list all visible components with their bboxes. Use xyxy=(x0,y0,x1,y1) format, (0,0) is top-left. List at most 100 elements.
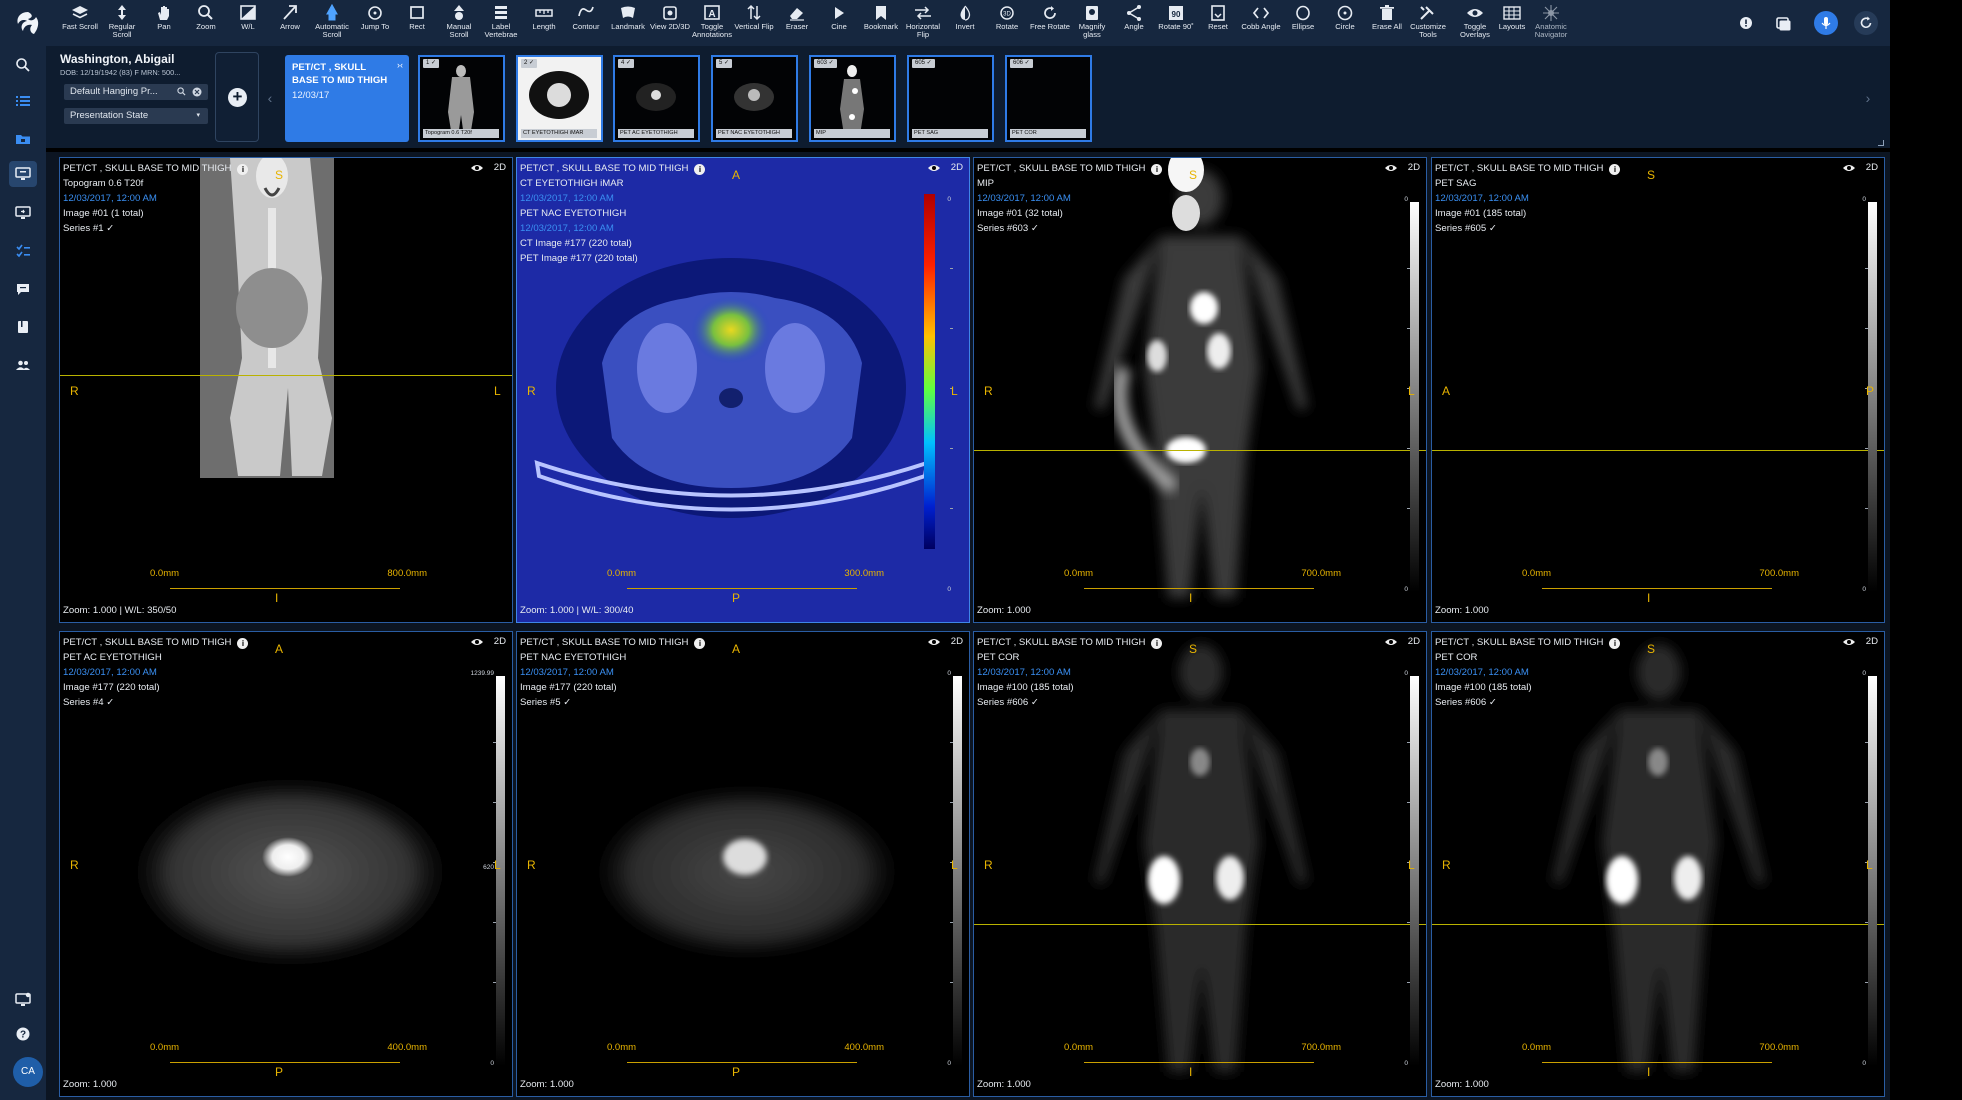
list-icon[interactable] xyxy=(9,88,37,114)
tool-layers[interactable]: Fast Scroll xyxy=(59,4,101,31)
presentation-state-select[interactable]: Presentation State ▾ xyxy=(64,108,208,124)
tool-target[interactable]: Jump To xyxy=(354,4,396,31)
tool-ruler[interactable]: Length xyxy=(523,4,565,31)
add-series-button[interactable]: + xyxy=(215,52,259,142)
tool-scroll[interactable]: Regular Scroll xyxy=(101,4,143,40)
tool-annotation[interactable]: A Toggle Annotations xyxy=(691,4,733,40)
view-mode-2d[interactable]: 2D xyxy=(951,636,963,647)
tool-magnifier[interactable]: Zoom xyxy=(185,4,227,31)
avatar[interactable]: CA xyxy=(13,1057,43,1087)
help-icon[interactable]: ? xyxy=(9,1021,37,1047)
eye-icon[interactable] xyxy=(927,637,941,647)
series-thumbnail[interactable]: 4 ✓ PET AC EYETOTHIGH xyxy=(613,55,700,142)
tool-cobb[interactable]: Cobb Angle xyxy=(1240,4,1282,31)
checklist-icon[interactable] xyxy=(9,238,37,264)
info-icon[interactable]: i xyxy=(237,164,249,175)
monitor-out-icon[interactable] xyxy=(9,200,37,226)
tool-free-rotate[interactable]: Free Rotate xyxy=(1029,4,1071,31)
viewport-mip[interactable]: 0 0 PET/CT , SKULL BASE TO MID THIGH i MIP 12… xyxy=(973,157,1427,623)
tool-magnify-glass[interactable]: Magnify glass xyxy=(1071,4,1113,40)
screen-icon[interactable] xyxy=(9,987,37,1013)
series-thumbnail[interactable]: 5 ✓ PET NAC EYETOTHIGH xyxy=(711,55,798,142)
resize-handle-icon[interactable] xyxy=(1878,140,1884,146)
eye-icon[interactable] xyxy=(470,637,484,647)
tool-landmark[interactable]: Landmark xyxy=(607,4,649,31)
tool-angle[interactable]: Angle xyxy=(1113,4,1155,31)
clear-icon[interactable] xyxy=(192,87,202,97)
view-mode-2d[interactable]: 2D xyxy=(1866,162,1878,173)
series-thumbnail[interactable]: 605 ✓ PET SAG xyxy=(907,55,994,142)
eye-icon[interactable] xyxy=(1384,637,1398,647)
info-icon[interactable]: i xyxy=(1151,638,1163,649)
search-icon[interactable] xyxy=(9,52,37,78)
viewport-pet-cor-2[interactable]: 0 0 PET/CT , SKULL BASE TO MID THIGH i PET C… xyxy=(1431,631,1885,1097)
series-thumbnail[interactable]: 1 ✓ Topogram 0.6 T20f xyxy=(418,55,505,142)
window-icon[interactable] xyxy=(1772,12,1794,34)
chat-icon[interactable] xyxy=(9,276,37,302)
tool-rotate90[interactable]: 90 Rotate 90˚ xyxy=(1155,4,1197,31)
eye-icon[interactable] xyxy=(1842,163,1856,173)
eye-icon[interactable] xyxy=(470,163,484,173)
series-thumbnail[interactable]: 606 ✓ PET COR xyxy=(1005,55,1092,142)
info-icon[interactable]: i xyxy=(1151,164,1163,175)
tool-manual-scroll[interactable]: Manual Scroll xyxy=(438,4,480,40)
tool-bookmark[interactable]: Bookmark xyxy=(860,4,902,31)
info-icon[interactable]: i xyxy=(1609,164,1621,175)
folder-icon[interactable] xyxy=(9,126,37,152)
next-series-arrow[interactable]: › xyxy=(1860,55,1876,141)
tool-circle[interactable]: Circle xyxy=(1324,4,1366,31)
view-mode-2d[interactable]: 2D xyxy=(1408,636,1420,647)
prev-series-arrow[interactable]: ‹ xyxy=(262,55,278,141)
view-mode-2d[interactable]: 2D xyxy=(494,636,506,647)
series-thumbnail[interactable]: 2 ✓ CT EYETOTHIGH iMAR xyxy=(516,55,603,142)
viewport-pet-ac[interactable]: 1239.99 0 620 PET/CT , SKULL BASE TO MID TH… xyxy=(59,631,513,1097)
book-icon[interactable] xyxy=(9,314,37,340)
tool-navigator[interactable]: Anatomic Navigator xyxy=(1530,4,1572,40)
tool-reset[interactable]: Reset xyxy=(1197,4,1239,31)
eye-icon[interactable] xyxy=(927,163,941,173)
viewport-topogram[interactable]: PET/CT , SKULL BASE TO MID THIGH i Topogra… xyxy=(59,157,513,623)
tool-vflip[interactable]: Vertical Flip xyxy=(733,4,775,31)
tool-rotate[interactable]: 3D Rotate xyxy=(986,4,1028,31)
hanging-protocol-select[interactable]: Default Hanging Pr... xyxy=(64,84,208,100)
view-mode-2d[interactable]: 2D xyxy=(1408,162,1420,173)
tool-tools[interactable]: Customize Tools xyxy=(1407,4,1449,40)
collapse-icon[interactable]: ›‹ xyxy=(397,60,403,70)
eye-icon[interactable] xyxy=(1842,637,1856,647)
tool-label[interactable]: Label Vertebrae xyxy=(480,4,522,40)
view-mode-2d[interactable]: 2D xyxy=(951,162,963,173)
viewport-pet-cor-1[interactable]: 0 0 PET/CT , SKULL BASE TO MID THIGH i PET C… xyxy=(973,631,1427,1097)
info-icon[interactable]: i xyxy=(694,638,706,649)
viewport-ct-pet-fusion[interactable]: 0 0 PET/CT , SKULL BASE TO MID THIGH i CT EY… xyxy=(516,157,970,623)
viewport-pet-nac[interactable]: 0 0 PET/CT , SKULL BASE TO MID THIGH i PET N… xyxy=(516,631,970,1097)
tool-eraser[interactable]: Eraser xyxy=(776,4,818,31)
info-icon[interactable]: i xyxy=(694,164,706,175)
view-mode-2d[interactable]: 2D xyxy=(1866,636,1878,647)
tool-eye[interactable]: Toggle Overlays xyxy=(1454,4,1496,40)
tool-arrow[interactable]: Arrow xyxy=(269,4,311,31)
tool-contrast[interactable]: W/L xyxy=(227,4,269,31)
tool-auto-scroll[interactable]: Automatic Scroll xyxy=(311,4,353,40)
tool-grid[interactable]: Layouts xyxy=(1491,4,1533,31)
tool-invert[interactable]: Invert xyxy=(944,4,986,31)
tool-contour[interactable]: Contour xyxy=(565,4,607,31)
tool-ellipse[interactable]: Ellipse xyxy=(1282,4,1324,31)
app-logo-icon[interactable] xyxy=(12,9,44,37)
alert-icon[interactable] xyxy=(1735,12,1757,34)
info-icon[interactable]: i xyxy=(237,638,249,649)
search-icon[interactable] xyxy=(177,87,186,96)
study-card[interactable]: PET/CT , SKULL BASE TO MID THIGH 12/03/1… xyxy=(285,55,409,142)
users-icon[interactable] xyxy=(9,352,37,378)
tool-hand[interactable]: Pan xyxy=(143,4,185,31)
refresh-icon[interactable] xyxy=(1854,11,1878,35)
tool-play[interactable]: Cine xyxy=(818,4,860,31)
microphone-icon[interactable] xyxy=(1814,11,1838,35)
tool-trash[interactable]: Erase All xyxy=(1366,4,1408,31)
tool-hflip[interactable]: Horizontal Flip xyxy=(902,4,944,40)
viewport-pet-sag[interactable]: 0 0 PET/CT , SKULL BASE TO MID THIGH i PET S… xyxy=(1431,157,1885,623)
tool-view[interactable]: View 2D/3D xyxy=(649,4,691,31)
monitor-icon[interactable] xyxy=(9,161,37,187)
eye-icon[interactable] xyxy=(1384,163,1398,173)
tool-rect[interactable]: Rect xyxy=(396,4,438,31)
info-icon[interactable]: i xyxy=(1609,638,1621,649)
